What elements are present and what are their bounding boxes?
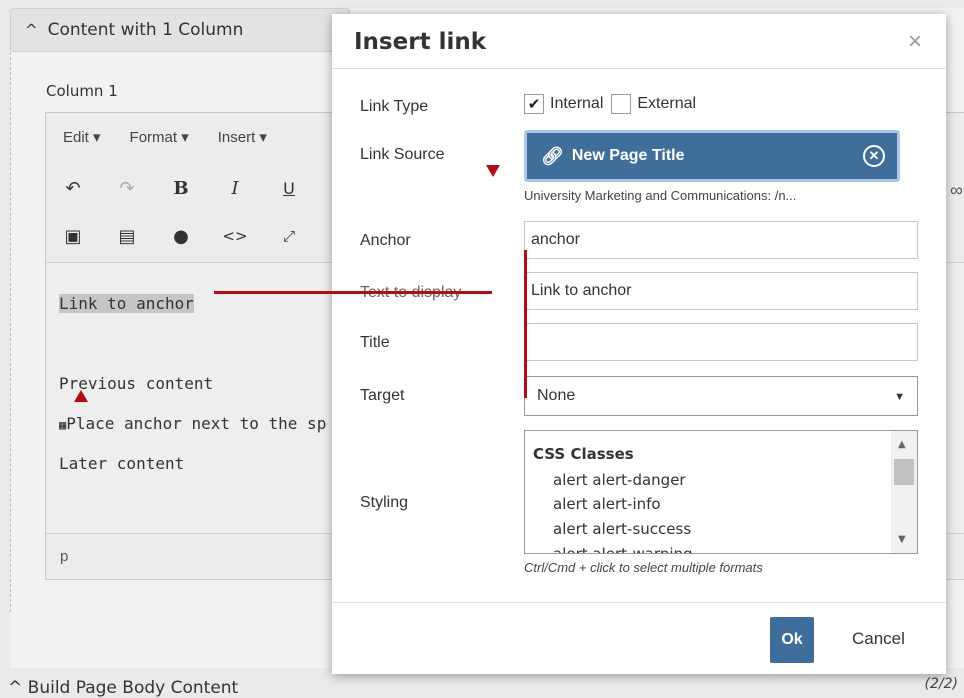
title-input[interactable] [524,323,918,361]
checkbox-checked-icon[interactable]: ✔ [524,94,544,114]
link-source-label: Link Source [360,146,445,163]
style-option[interactable]: alert alert-success [553,520,691,538]
checkbox-empty-icon[interactable] [611,94,632,114]
anchor-label: Anchor [360,232,411,249]
annotation-arrow-up-icon [74,390,88,402]
link-type-internal[interactable]: ✔ Internal [524,94,603,114]
multi-select-hint: Ctrl/Cmd + click to select multiple form… [524,560,763,575]
editor-toolbar-row-2: ▣ ▤ ● <> ⤢ [46,216,316,256]
menu-insert[interactable]: Insert ▾ [218,128,267,146]
editor-toolbar-row-1: ↶ ↷ B I U [46,168,316,208]
section-title: Content with 1 Column [47,20,244,40]
dialog-header: Insert link × [332,14,946,69]
undo-icon[interactable]: ↶ [46,178,100,199]
content-line-anchor: ▦Place anchor next to the sp [59,414,327,433]
styling-listbox[interactable]: CSS Classes alert alert-danger alert ale… [524,430,918,554]
style-option[interactable]: alert alert-danger [553,471,686,489]
italic-icon[interactable]: I [208,178,262,199]
selected-link-text[interactable]: Link to anchor [59,294,194,313]
target-select[interactable]: None ▼ [524,376,918,416]
bold-icon[interactable]: B [154,178,208,199]
element-path: p [60,548,69,565]
link-chain-icon: 🔗︎ [541,145,564,166]
annotation-line-vertical [524,250,527,398]
link-type-label: Link Type [360,98,429,115]
anchor-input[interactable] [524,221,918,259]
insert-link-dialog: Insert link × Link Type ✔ Internal Exter… [332,14,946,674]
link-type-options: ✔ Internal External [524,94,704,114]
copyright-icon[interactable]: ● [154,226,208,247]
text-to-display-input[interactable] [524,272,918,310]
style-option[interactable]: alert alert-info [553,495,661,513]
underline-icon[interactable]: U [262,179,316,198]
media-icon[interactable]: ▤ [100,226,154,247]
target-label: Target [360,387,405,404]
redo-icon[interactable]: ↷ [100,178,154,199]
editor-menubar: Edit ▾ Format ▾ Insert ▾ [46,118,279,156]
bottom-section-title: ^ Build Page Body Content [8,678,239,698]
bottom-section-header[interactable]: ^ Build Page Body Content (2/2) [0,672,964,698]
clear-circle-icon[interactable]: ✕ [863,145,885,167]
styling-label: Styling [360,494,409,511]
source-code-icon[interactable]: <> [208,227,262,245]
section-divider [10,52,11,612]
section-header[interactable]: ^ Content with 1 Column [10,8,350,52]
menu-edit[interactable]: Edit ▾ [63,128,101,146]
link-icon[interactable]: ∞ [950,180,963,201]
close-icon[interactable]: × [908,28,922,56]
dialog-footer: Ok Cancel [332,602,946,674]
scrollbar-thumb[interactable] [894,459,914,485]
content-line-later: Later content [59,454,185,473]
menu-format[interactable]: Format ▾ [130,128,189,146]
column-label: Column 1 [46,82,118,100]
cancel-button[interactable]: Cancel [852,629,905,649]
listbox-scrollbar[interactable]: ▲ ▼ [891,431,917,553]
title-label: Title [360,334,390,351]
image-icon[interactable]: ▣ [46,226,100,247]
caret-down-icon: ▼ [894,391,905,403]
dialog-title: Insert link [354,29,487,55]
style-option[interactable]: alert alert-warning [553,545,693,553]
fullscreen-icon[interactable]: ⤢ [262,227,316,245]
link-source-title: New Page Title [571,147,685,164]
link-type-external[interactable]: External [611,94,696,114]
link-source-button[interactable]: 🔗︎ New Page Title ✕ [524,130,900,182]
ok-button[interactable]: Ok [770,617,814,663]
css-classes-group: CSS Classes [533,445,634,463]
annotation-arrow-down-icon [486,165,500,177]
scroll-down-icon[interactable]: ▼ [898,534,906,545]
annotation-line-horizontal [214,291,492,294]
bottom-section-counter: (2/2) [924,676,958,692]
scroll-up-icon[interactable]: ▲ [898,439,906,450]
chevron-up-icon: ^ [25,21,38,39]
link-source-path: University Marketing and Communications:… [524,188,797,203]
